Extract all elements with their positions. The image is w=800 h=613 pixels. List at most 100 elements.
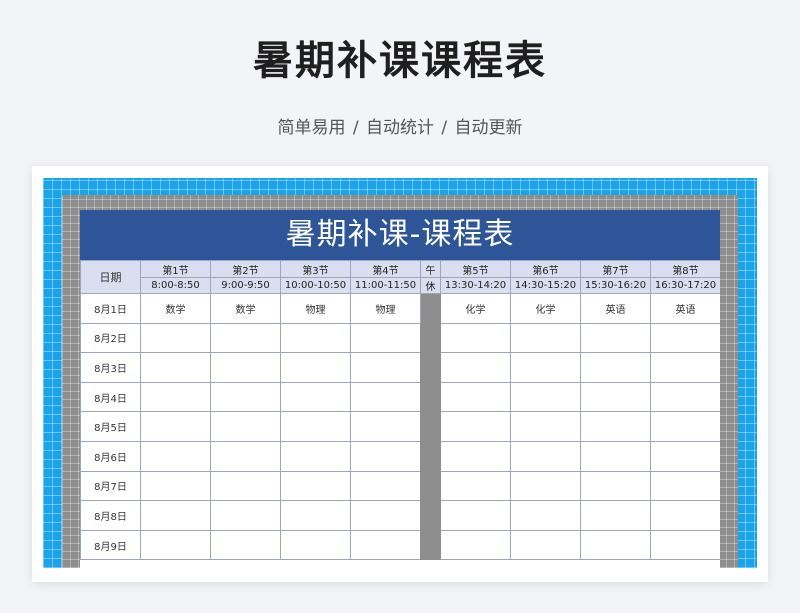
course-cell[interactable] bbox=[440, 411, 511, 442]
course-cell[interactable] bbox=[350, 529, 421, 561]
period-name-header: 第3节 bbox=[280, 260, 351, 278]
course-cell[interactable]: 数学 bbox=[140, 293, 211, 324]
course-cell[interactable] bbox=[280, 529, 351, 561]
course-cell[interactable] bbox=[280, 440, 351, 472]
course-cell[interactable]: 英语 bbox=[650, 293, 720, 324]
course-cell[interactable] bbox=[510, 352, 581, 383]
course-cell[interactable] bbox=[510, 381, 581, 413]
course-cell[interactable]: 英语 bbox=[580, 293, 651, 324]
period-time-header: 14:30-15:20 bbox=[510, 277, 581, 294]
schedule-table: 日期 第1节 第2节 第3节 第4节 午 第5节 第6节 第7节 第8节 8:0… bbox=[80, 260, 720, 561]
lunch-header-bottom: 休 bbox=[420, 277, 441, 294]
table-row: 8月9日 bbox=[80, 529, 720, 561]
course-cell[interactable] bbox=[440, 470, 511, 502]
page-title: 暑期补课课程表 bbox=[253, 38, 547, 84]
course-cell[interactable] bbox=[350, 411, 421, 442]
course-cell[interactable] bbox=[440, 322, 511, 354]
course-cell[interactable] bbox=[280, 381, 351, 413]
header-row-times: 8:00-8:50 9:00-9:50 10:00-10:50 11:00-11… bbox=[81, 277, 720, 294]
table-row: 8月5日 bbox=[80, 411, 720, 442]
course-cell[interactable] bbox=[280, 470, 351, 502]
date-cell[interactable]: 8月4日 bbox=[80, 381, 141, 413]
course-cell[interactable] bbox=[350, 381, 421, 413]
course-cell[interactable] bbox=[210, 411, 281, 442]
page-subtitle: 简单易用 / 自动统计 / 自动更新 bbox=[277, 118, 523, 138]
course-cell[interactable] bbox=[580, 411, 651, 442]
course-cell[interactable] bbox=[650, 352, 720, 383]
course-cell[interactable] bbox=[140, 529, 211, 561]
period-name-header: 第7节 bbox=[580, 260, 651, 278]
course-cell[interactable]: 化学 bbox=[440, 293, 511, 324]
course-cell[interactable] bbox=[510, 322, 581, 354]
course-cell[interactable] bbox=[140, 352, 211, 383]
course-cell[interactable] bbox=[580, 322, 651, 354]
course-cell[interactable] bbox=[210, 440, 281, 472]
course-cell[interactable] bbox=[140, 500, 211, 531]
course-cell[interactable] bbox=[210, 500, 281, 531]
period-name-header: 第4节 bbox=[350, 260, 421, 278]
course-cell[interactable] bbox=[350, 500, 421, 531]
course-cell[interactable] bbox=[580, 352, 651, 383]
course-cell[interactable] bbox=[510, 411, 581, 442]
date-cell[interactable]: 8月2日 bbox=[80, 322, 141, 354]
course-cell[interactable] bbox=[440, 381, 511, 413]
course-cell[interactable] bbox=[580, 381, 651, 413]
course-cell[interactable] bbox=[350, 352, 421, 383]
course-cell[interactable] bbox=[140, 381, 211, 413]
course-cell[interactable] bbox=[650, 470, 720, 502]
course-cell[interactable] bbox=[510, 500, 581, 531]
date-column-header: 日期 bbox=[80, 260, 141, 294]
course-cell[interactable]: 化学 bbox=[510, 293, 581, 324]
course-cell[interactable] bbox=[650, 322, 720, 354]
course-cell[interactable] bbox=[510, 440, 581, 472]
course-cell[interactable] bbox=[510, 470, 581, 502]
table-row: 8月4日 bbox=[80, 381, 720, 413]
course-cell[interactable] bbox=[440, 440, 511, 472]
date-cell[interactable]: 8月7日 bbox=[80, 470, 141, 502]
course-cell[interactable] bbox=[280, 500, 351, 531]
course-cell[interactable] bbox=[650, 381, 720, 413]
course-cell[interactable] bbox=[140, 440, 211, 472]
course-cell[interactable] bbox=[210, 470, 281, 502]
course-cell[interactable] bbox=[210, 529, 281, 561]
period-name-header: 第1节 bbox=[140, 260, 211, 278]
course-cell[interactable] bbox=[440, 500, 511, 531]
course-cell[interactable] bbox=[580, 529, 651, 561]
course-cell[interactable]: 物理 bbox=[350, 293, 421, 324]
period-name-header: 第2节 bbox=[210, 260, 281, 278]
course-cell[interactable] bbox=[140, 411, 211, 442]
course-cell[interactable] bbox=[210, 352, 281, 383]
date-cell[interactable]: 8月9日 bbox=[80, 529, 141, 561]
course-cell[interactable] bbox=[280, 352, 351, 383]
course-cell[interactable] bbox=[210, 322, 281, 354]
course-cell[interactable] bbox=[440, 529, 511, 561]
date-cell[interactable]: 8月6日 bbox=[80, 440, 141, 472]
course-cell[interactable] bbox=[350, 322, 421, 354]
course-cell[interactable] bbox=[650, 500, 720, 531]
course-cell[interactable] bbox=[650, 440, 720, 472]
course-cell[interactable] bbox=[350, 440, 421, 472]
course-cell[interactable] bbox=[280, 411, 351, 442]
date-cell[interactable]: 8月3日 bbox=[80, 352, 141, 383]
course-cell[interactable] bbox=[210, 381, 281, 413]
course-cell[interactable] bbox=[280, 322, 351, 354]
course-cell[interactable]: 物理 bbox=[280, 293, 351, 324]
course-cell[interactable] bbox=[580, 470, 651, 502]
course-cell[interactable] bbox=[140, 470, 211, 502]
header-row-periods: 日期 第1节 第2节 第3节 第4节 午 第5节 第6节 第7节 第8节 bbox=[80, 260, 720, 294]
period-name-header: 第8节 bbox=[650, 260, 720, 278]
course-cell[interactable] bbox=[580, 440, 651, 472]
course-cell[interactable]: 数学 bbox=[210, 293, 281, 324]
course-cell[interactable] bbox=[350, 470, 421, 502]
course-cell[interactable] bbox=[650, 529, 720, 561]
course-cell[interactable] bbox=[510, 529, 581, 561]
course-cell[interactable] bbox=[140, 322, 211, 354]
course-cell[interactable] bbox=[440, 352, 511, 383]
date-cell[interactable]: 8月1日 bbox=[80, 293, 141, 324]
table-row: 8月6日 bbox=[80, 440, 720, 472]
date-cell[interactable]: 8月5日 bbox=[80, 411, 141, 442]
date-cell[interactable]: 8月8日 bbox=[80, 500, 141, 531]
course-cell[interactable] bbox=[650, 411, 720, 442]
period-time-header: 11:00-11:50 bbox=[350, 277, 421, 294]
course-cell[interactable] bbox=[580, 500, 651, 531]
